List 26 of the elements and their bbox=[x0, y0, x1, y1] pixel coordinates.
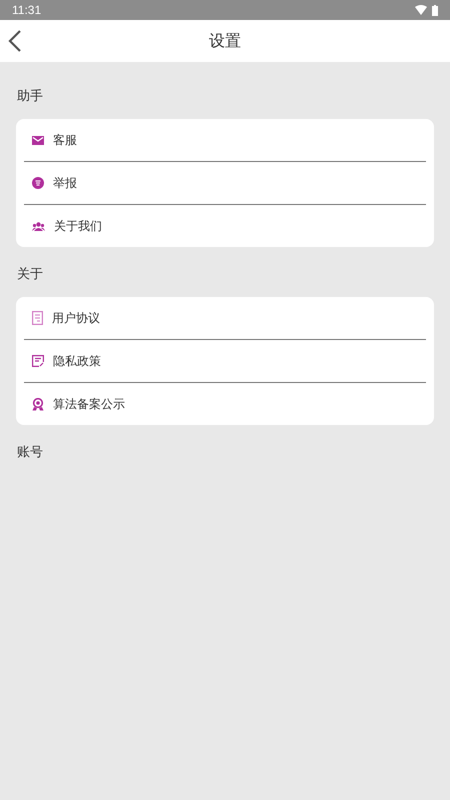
settings-item[interactable]: 隐私政策 bbox=[24, 340, 426, 383]
status-time: 11:31 bbox=[12, 3, 42, 17]
item-label: 算法备案公示 bbox=[53, 396, 125, 412]
document-icon bbox=[32, 311, 43, 325]
section-title: 账号 bbox=[16, 444, 44, 462]
settings-item[interactable]: 算法备案公示 bbox=[24, 383, 426, 425]
mail-icon bbox=[32, 136, 44, 144]
item-label: 举报 bbox=[53, 174, 77, 192]
settings-item[interactable]: 客服 bbox=[24, 119, 426, 162]
badge-icon bbox=[32, 177, 44, 189]
wifi-icon bbox=[415, 5, 427, 15]
settings-item[interactable]: 用户协议 bbox=[24, 297, 426, 340]
form-icon bbox=[32, 355, 44, 367]
settings-item[interactable]: 举报 bbox=[24, 162, 426, 205]
award-icon bbox=[32, 398, 44, 410]
settings-item[interactable]: 关于我们 bbox=[24, 205, 426, 247]
battery-icon bbox=[432, 4, 438, 16]
section-title: 助手 bbox=[16, 88, 44, 106]
item-label: 隐私政策 bbox=[53, 352, 101, 370]
item-label: 用户协议 bbox=[52, 310, 100, 326]
item-label: 客服 bbox=[53, 132, 77, 148]
page-title: 设置 bbox=[209, 30, 241, 52]
people-icon bbox=[32, 222, 45, 230]
section-title: 关于 bbox=[16, 266, 44, 284]
item-label: 关于我们 bbox=[54, 218, 102, 234]
back-icon[interactable] bbox=[8, 29, 22, 53]
